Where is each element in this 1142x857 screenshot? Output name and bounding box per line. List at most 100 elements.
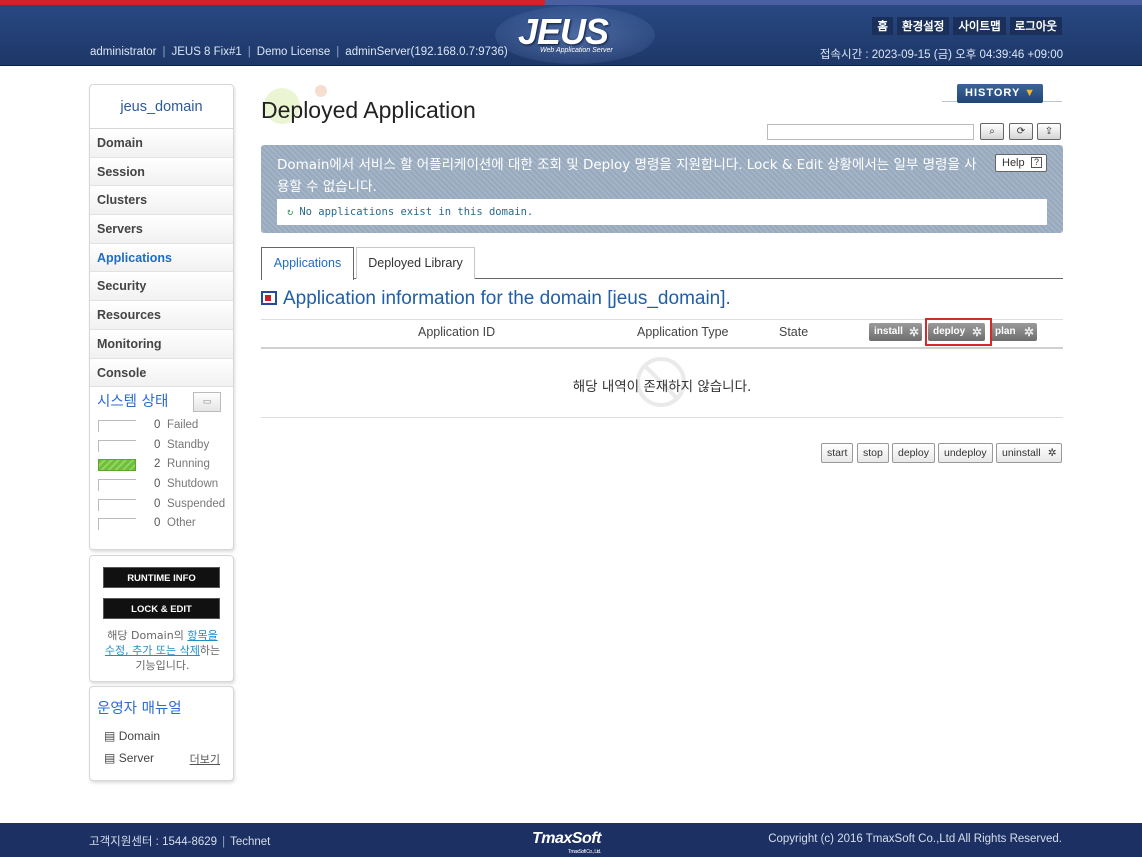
install-button[interactable]: install ✲ (869, 323, 922, 341)
empty-table-row: 해당 내역이 존재하지 않습니다. (261, 350, 1063, 418)
refresh-icon[interactable]: ⟳ (1009, 123, 1033, 140)
manual-box: 운영자 매뉴얼 ▤ Domain ▤ Server 더보기 (89, 686, 234, 781)
sidebar-domain-name[interactable]: jeus_domain (90, 85, 233, 129)
header-info: administrator | JEUS 8 Fix#1 | Demo License |… (90, 46, 508, 58)
gear-plus-icon: ✲ (1023, 325, 1034, 339)
help-label: Help (1002, 157, 1025, 169)
top-nav: 홈 환경설정 사이트맵 로그아웃 (872, 17, 1062, 35)
tab-bar: Applications Deployed Library (261, 247, 1063, 280)
status-label: Running (167, 458, 210, 471)
sidebar-item-clusters[interactable]: Clusters (90, 186, 233, 216)
nav-home[interactable]: 홈 (872, 17, 894, 35)
top-header: administrator | JEUS 8 Fix#1 | Demo License |… (0, 0, 1142, 66)
lock-edit-note: 해당 Domain의 항목을 수정, 추가 또는 삭제하는 기능입니다. (104, 628, 221, 673)
plan-button[interactable]: plan ✲ (990, 323, 1037, 341)
status-label: Standby (167, 438, 210, 451)
sidebar-item-monitoring[interactable]: Monitoring (90, 329, 233, 359)
search-icon[interactable]: ⌕ (980, 123, 1004, 140)
column-application-id[interactable]: Application ID (418, 325, 495, 339)
sidebar-item-resources[interactable]: Resources (90, 301, 233, 330)
sidebar-item-console[interactable]: Console (90, 358, 233, 388)
technet-link[interactable]: Technet (230, 836, 270, 848)
refresh-icon: ↻ (287, 206, 294, 218)
deploy-action-button[interactable]: deploy (892, 443, 935, 463)
more-link[interactable]: 더보기 (190, 751, 220, 767)
status-bar (98, 498, 136, 511)
tab-deployed-library[interactable]: Deployed Library (356, 247, 475, 279)
footer: 고객지원센터 : 1544-8629 | Technet TmaxSoft Tmax… (0, 823, 1142, 857)
message-text: No applications exist in this domain. (299, 206, 534, 218)
status-count: 0 (154, 517, 161, 530)
section-title: Application information for the domain [… (261, 288, 731, 310)
status-bar-running (98, 459, 136, 472)
logo-subtext: Web Application Server (540, 47, 613, 54)
header-stripe-blue (545, 0, 1142, 5)
sidebar-item-domain[interactable]: Domain (90, 129, 233, 158)
message-box: ↻ No applications exist in this domain. (277, 199, 1047, 225)
deploy-button[interactable]: deploy ✲ (928, 323, 985, 341)
status-label: Failed (167, 419, 199, 432)
manual-title: 운영자 매뉴얼 (97, 701, 182, 717)
manual-link-label: Domain (118, 729, 161, 743)
manual-link-server[interactable]: ▤ Server (104, 751, 154, 765)
server-info: adminServer(192.168.0.7:9736) (345, 46, 508, 58)
status-count: 0 (154, 497, 161, 510)
column-application-type[interactable]: Application Type (637, 325, 729, 339)
status-bar (98, 420, 136, 433)
book-icon: ▤ (104, 751, 116, 765)
section-title-text: Application information for the domain [… (283, 288, 731, 309)
sidebar-item-security[interactable]: Security (90, 272, 233, 302)
status-label: Suspended (167, 497, 226, 510)
stop-button[interactable]: stop (857, 443, 889, 463)
undeploy-button[interactable]: undeploy (938, 443, 993, 463)
system-status-header: 시스템 상태 ▭ (90, 387, 233, 417)
status-bar (98, 478, 136, 491)
status-row-other: 0 Other (90, 515, 233, 535)
history-button[interactable]: HISTORY ▼ (957, 84, 1043, 103)
monitor-icon[interactable]: ▭ (193, 392, 221, 413)
column-state[interactable]: State (779, 325, 808, 339)
section-flag-icon (261, 291, 277, 305)
description-panel: Domain에서 서비스 할 어플리케이션에 대한 조회 및 Deploy 명령… (261, 145, 1063, 233)
install-label: install (874, 326, 903, 337)
sidebar-item-session[interactable]: Session (90, 157, 233, 187)
plan-label: plan (995, 326, 1016, 337)
support-phone: 고객지원센터 : 1544-8629 (89, 836, 218, 848)
sidebar-item-servers[interactable]: Servers (90, 215, 233, 244)
uninstall-button[interactable]: uninstall ✲ (996, 443, 1062, 463)
export-xml-icon[interactable]: ⇪ (1037, 123, 1061, 140)
system-status-title: 시스템 상태 (97, 394, 169, 411)
gear-plus-icon: ✲ (971, 325, 982, 339)
status-row-shutdown: 0 Shutdown (90, 476, 233, 496)
nav-sitemap[interactable]: 사이트맵 (953, 17, 1006, 35)
status-count: 0 (154, 419, 161, 432)
help-button[interactable]: Help ? (995, 154, 1047, 172)
empty-message: 해당 내역이 존재하지 않습니다. (572, 379, 752, 395)
page-title: Deployed Application (261, 97, 476, 123)
uninstall-label: uninstall (1002, 447, 1041, 459)
tmaxsoft-logo: TmaxSoft TmaxSoft Co., Ltd. (532, 830, 601, 855)
search-input[interactable] (767, 124, 974, 140)
manual-link-domain[interactable]: ▤ Domain (104, 729, 160, 743)
logo-text: JEUS (518, 11, 609, 52)
status-row-suspended: 0 Suspended (90, 496, 233, 516)
start-button[interactable]: start (821, 443, 854, 463)
tab-applications[interactable]: Applications (261, 247, 354, 280)
nav-logout[interactable]: 로그아웃 (1009, 17, 1062, 35)
note-prefix: 해당 Domain의 (107, 629, 188, 642)
lock-edit-button[interactable]: LOCK & EDIT (103, 598, 220, 619)
description-text: Domain에서 서비스 할 어플리케이션에 대한 조회 및 Deploy 명령… (277, 157, 977, 195)
status-count: 0 (154, 438, 161, 451)
status-count: 0 (154, 477, 161, 490)
runtime-info-button[interactable]: RUNTIME INFO (103, 567, 220, 588)
copyright: Copyright (c) 2016 TmaxSoft Co.,Ltd All … (768, 833, 1062, 845)
jeus-logo[interactable]: JEUS Web Application Server (518, 14, 618, 58)
status-row-running: 2 Running (90, 456, 233, 476)
sidebar-menu-box: jeus_domain Domain Session Clusters Serv… (89, 84, 234, 550)
sidebar-item-applications[interactable]: Applications (90, 243, 233, 273)
status-bar (98, 439, 136, 452)
status-label: Shutdown (167, 477, 219, 490)
nav-settings[interactable]: 환경설정 (897, 17, 950, 35)
gear-minus-icon: ✲ (1047, 447, 1057, 459)
chevron-down-icon: ▼ (1024, 87, 1036, 99)
